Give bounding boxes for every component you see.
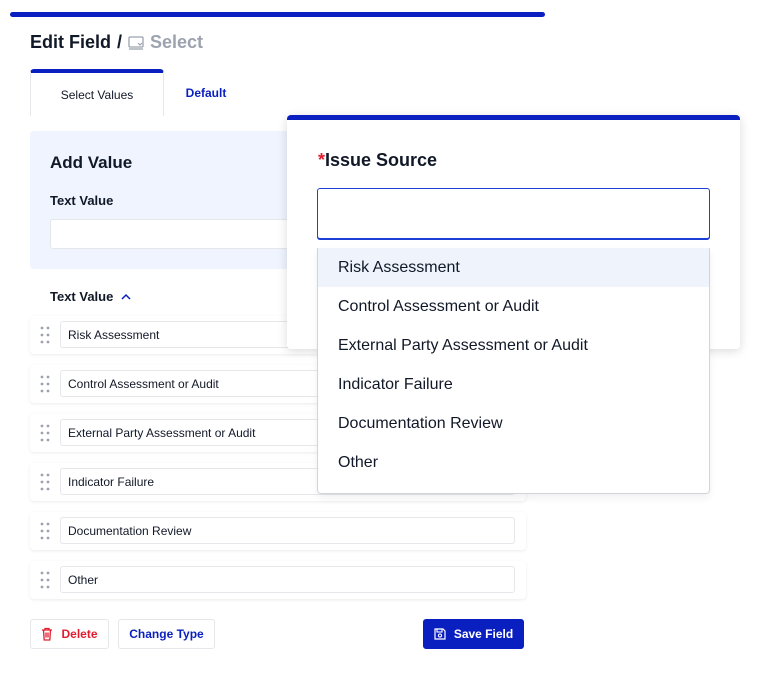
add-value-heading: Add Value bbox=[50, 153, 133, 172]
issue-source-title: Issue Source bbox=[325, 150, 438, 170]
tab-select-values[interactable]: Select Values bbox=[30, 69, 164, 116]
values-list-header[interactable]: Text Value bbox=[50, 289, 131, 304]
dropdown-option[interactable]: External Party Assessment or Audit bbox=[318, 326, 709, 365]
breadcrumb-separator: / bbox=[117, 32, 123, 52]
tab-default[interactable]: Default bbox=[164, 69, 248, 116]
delete-button[interactable]: Delete bbox=[30, 619, 109, 649]
dropdown-option[interactable]: Indicator Failure bbox=[318, 365, 709, 404]
value-field[interactable]: Other bbox=[60, 566, 515, 593]
page-title: Edit Field / Select bbox=[30, 32, 203, 53]
list-item: Documentation Review bbox=[30, 512, 526, 550]
delete-button-label: Delete bbox=[61, 627, 98, 641]
change-type-button-label: Change Type bbox=[129, 627, 204, 641]
dropdown-option[interactable]: Other bbox=[318, 443, 709, 482]
top-accent-bar bbox=[10, 12, 545, 17]
breadcrumb-current-label: Select bbox=[150, 32, 204, 52]
issue-source-label: *Issue Source bbox=[318, 150, 437, 171]
required-marker: * bbox=[318, 150, 326, 170]
save-field-button[interactable]: Save Field bbox=[423, 619, 524, 649]
value-field[interactable]: Documentation Review bbox=[60, 517, 515, 544]
issue-source-select-input[interactable] bbox=[317, 188, 710, 239]
drag-handle-icon[interactable] bbox=[40, 424, 50, 442]
text-value-label: Text Value bbox=[50, 193, 114, 208]
save-field-button-label: Save Field bbox=[453, 627, 514, 641]
dropdown-option[interactable]: Documentation Review bbox=[318, 404, 709, 443]
chevron-up-icon[interactable] bbox=[121, 293, 131, 300]
drag-handle-icon[interactable] bbox=[40, 473, 50, 491]
save-icon bbox=[434, 628, 446, 640]
select-field-icon bbox=[128, 35, 144, 50]
page-title-text: Edit Field bbox=[30, 32, 111, 52]
values-list-header-label: Text Value bbox=[50, 289, 114, 304]
dropdown-option[interactable]: Control Assessment or Audit bbox=[318, 287, 709, 326]
change-type-button[interactable]: Change Type bbox=[118, 619, 215, 649]
trash-icon bbox=[42, 627, 53, 641]
tab-bar: Select Values Default bbox=[30, 69, 248, 116]
breadcrumb-current: Select bbox=[128, 32, 203, 53]
list-item: Other bbox=[30, 561, 526, 599]
drag-handle-icon[interactable] bbox=[40, 522, 50, 540]
dropdown-option[interactable]: Risk Assessment bbox=[318, 248, 709, 287]
drag-handle-icon[interactable] bbox=[40, 326, 50, 344]
issue-source-dropdown: Risk Assessment Control Assessment or Au… bbox=[317, 248, 710, 494]
drag-handle-icon[interactable] bbox=[40, 375, 50, 393]
drag-handle-icon[interactable] bbox=[40, 571, 50, 589]
